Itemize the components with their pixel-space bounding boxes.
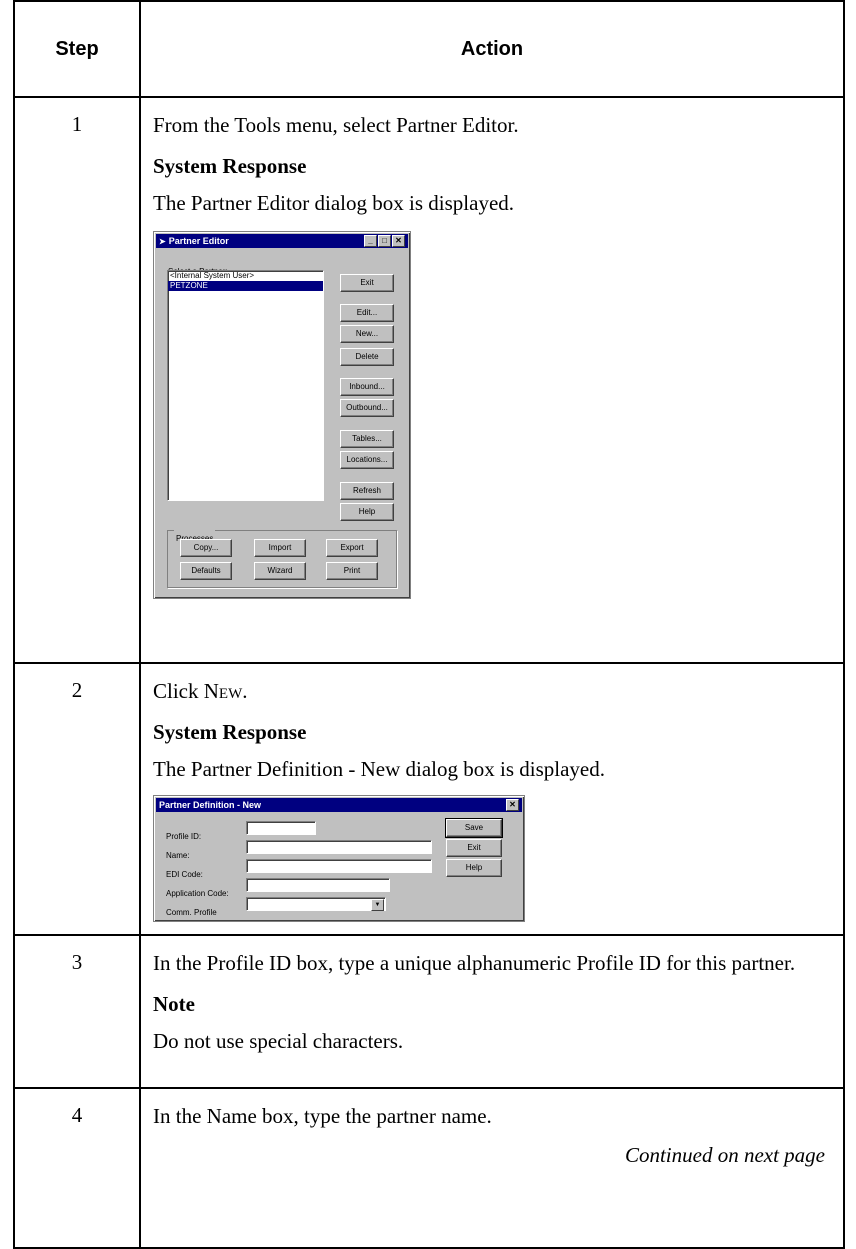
help-button[interactable]: Help	[340, 503, 394, 521]
print-button[interactable]: Print	[326, 562, 378, 580]
chevron-down-icon[interactable]: ▼	[371, 899, 384, 911]
close-icon[interactable]: ✕	[506, 799, 519, 811]
title-bar: Partner Definition - New ✕	[156, 798, 522, 812]
step-number: 1	[13, 96, 141, 664]
save-button[interactable]: Save	[445, 818, 503, 838]
new-button[interactable]: New...	[340, 325, 394, 343]
minimize-icon[interactable]: _	[364, 235, 377, 247]
response-text: The Partner Definition - New dialog box …	[153, 757, 605, 781]
steps-table: Step Action 1 From the Tools menu, selec…	[13, 0, 845, 1249]
header-action: Action	[139, 0, 845, 98]
defaults-button[interactable]: Defaults	[180, 562, 232, 580]
continued-note: Continued on next page	[624, 1143, 825, 1167]
help-button[interactable]: Help	[446, 859, 502, 877]
exit-button[interactable]: Exit	[340, 274, 394, 292]
step-text: In the Name box, type the partner name.	[153, 1104, 492, 1128]
step-number: 3	[13, 934, 141, 1089]
response-heading: System Response	[153, 720, 307, 744]
close-icon[interactable]: ✕	[392, 235, 405, 247]
outbound-button[interactable]: Outbound...	[340, 399, 394, 417]
app-icon: ➤	[159, 236, 166, 246]
list-item-selected[interactable]: PETZONE	[168, 281, 323, 291]
note-text: Do not use special characters.	[153, 1029, 404, 1053]
dialog-title: Partner Editor	[168, 235, 229, 246]
step-text-suffix: .	[242, 679, 248, 703]
list-item[interactable]: <Internal System User>	[168, 271, 323, 281]
title-bar: ➤ Partner Editor _ □ ✕	[156, 234, 408, 248]
inbound-button[interactable]: Inbound...	[340, 378, 394, 396]
step-action: In the Profile ID box, type a unique alp…	[139, 934, 845, 1089]
step-action: In the Name box, type the partner name. …	[139, 1087, 845, 1249]
response-heading: System Response	[153, 154, 307, 178]
step-action: From the Tools menu, select Partner Edit…	[139, 96, 845, 664]
edit-button[interactable]: Edit...	[340, 304, 394, 322]
partner-definition-dialog: Partner Definition - New ✕ Profile ID: N…	[153, 795, 525, 922]
locations-button[interactable]: Locations...	[340, 451, 394, 469]
export-button[interactable]: Export	[326, 539, 378, 557]
header-step: Step	[13, 0, 141, 98]
partner-list[interactable]: <Internal System User> PETZONE	[167, 270, 324, 501]
import-button[interactable]: Import	[254, 539, 306, 557]
step-action: Click New. System Response The Partner D…	[139, 662, 845, 936]
profile-id-field[interactable]	[246, 821, 316, 835]
wizard-button[interactable]: Wizard	[254, 562, 306, 580]
step-text: From the Tools menu, select Partner Edit…	[153, 113, 519, 137]
step-number: 2	[13, 662, 141, 936]
step-text-prefix: Click	[153, 679, 204, 703]
edi-code-field[interactable]	[246, 859, 432, 873]
application-code-field[interactable]	[246, 878, 390, 892]
maximize-icon[interactable]: □	[378, 235, 391, 247]
exit-button[interactable]: Exit	[446, 839, 502, 857]
copy-button[interactable]: Copy...	[180, 539, 232, 557]
step-text: In the Profile ID box, type a unique alp…	[153, 951, 796, 975]
comm-profile-select[interactable]: ▼	[246, 897, 386, 911]
response-text: The Partner Editor dialog box is display…	[153, 191, 515, 215]
dialog-title: Partner Definition - New	[159, 799, 262, 810]
partner-editor-dialog: ➤ Partner Editor _ □ ✕ Select a Partner:…	[153, 231, 411, 599]
note-heading: Note	[153, 992, 195, 1016]
step-text: Click New.	[153, 678, 825, 705]
comm-profile-label: Comm. Profile	[166, 908, 217, 917]
delete-button[interactable]: Delete	[340, 348, 394, 366]
processes-group: Processes Copy... Import Export Defaults…	[167, 525, 397, 588]
step-number: 4	[13, 1087, 141, 1249]
new-command: New	[203, 679, 243, 703]
refresh-button[interactable]: Refresh	[340, 482, 394, 500]
name-field[interactable]	[246, 840, 432, 854]
tables-button[interactable]: Tables...	[340, 430, 394, 448]
